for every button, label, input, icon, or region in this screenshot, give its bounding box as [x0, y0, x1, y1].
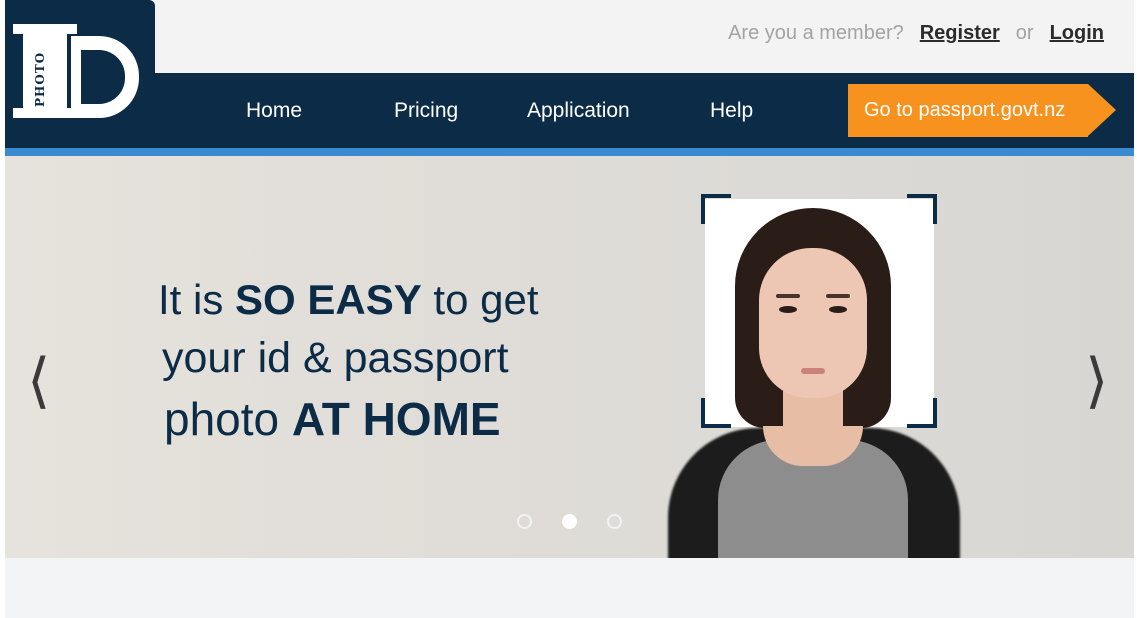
- passport-govt-button[interactable]: Go to passport.govt.nz: [848, 84, 1116, 137]
- carousel-dot-2[interactable]: [562, 514, 577, 529]
- passport-photo-image: [663, 208, 963, 558]
- or-text: or: [1015, 22, 1034, 44]
- carousel-prev-arrow-icon[interactable]: ⟨: [27, 351, 50, 411]
- carousel-dots: [517, 514, 622, 529]
- frame-corner-bottom-right: [907, 398, 937, 428]
- carousel-dot-3[interactable]: [607, 514, 622, 529]
- nav-item-application[interactable]: Application: [527, 99, 630, 123]
- register-link[interactable]: Register: [920, 22, 1000, 45]
- logo-photo-text: PHOTO: [33, 51, 47, 107]
- page: Are you a member? Register or Login PHOT…: [5, 0, 1134, 618]
- nav-item-help[interactable]: Help: [710, 99, 753, 123]
- top-bar: Are you a member? Register or Login: [5, 0, 1134, 73]
- carousel-next-arrow-icon[interactable]: ⟩: [1085, 351, 1108, 411]
- nav-divider: [5, 148, 1134, 156]
- member-area: Are you a member? Register or Login: [728, 22, 1104, 45]
- carousel-dot-1[interactable]: [517, 514, 532, 529]
- frame-corner-top-left: [701, 194, 731, 224]
- nav-item-pricing[interactable]: Pricing: [394, 99, 458, 123]
- content-area: [5, 558, 1134, 618]
- main-nav: Home Pricing Application Help Go to pass…: [5, 73, 1134, 148]
- nav-item-home[interactable]: Home: [246, 99, 302, 123]
- site-logo[interactable]: PHOTO: [5, 0, 155, 148]
- frame-corner-bottom-left: [701, 398, 731, 428]
- hero-carousel: It is SO EASY to get your id & passport …: [5, 156, 1134, 558]
- login-link[interactable]: Login: [1050, 22, 1104, 45]
- frame-corner-top-right: [907, 194, 937, 224]
- member-question: Are you a member?: [728, 22, 904, 44]
